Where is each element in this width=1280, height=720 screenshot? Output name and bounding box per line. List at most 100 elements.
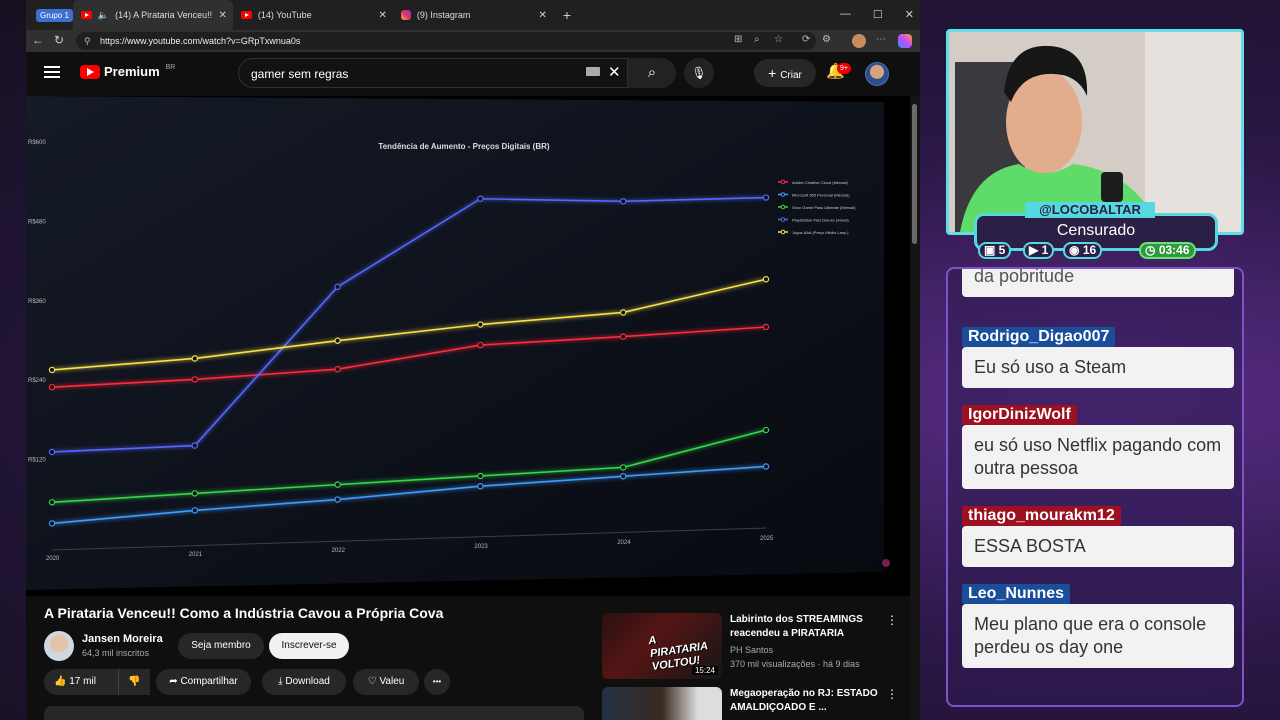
data-point (48, 366, 56, 374)
download-button[interactable]: ⤓ Download (262, 669, 346, 695)
clear-search-icon[interactable]: ✕ (608, 63, 621, 81)
related-thumbnail[interactable]: A PIRATARIA VOLTOU! 15:24 (602, 613, 722, 679)
address-bar[interactable]: ⚲ https://www.youtube.com/watch?v=GRpTxw… (76, 32, 816, 50)
microphone-icon: 🎙 (691, 66, 707, 80)
chat-text: ESSA BOSTA (962, 526, 1234, 567)
search-button[interactable]: ⌕ (628, 58, 676, 88)
tab-youtube-video[interactable]: 🔈 (14) A Pirataria Venceu!! Com ✕ (72, 0, 233, 30)
x-tick-label: 2025 (760, 536, 774, 542)
search-input[interactable]: gamer sem regras (238, 58, 628, 88)
x-tick-label: 2024 (617, 540, 631, 546)
refresh-extension-icon[interactable]: ⟳ (802, 34, 810, 45)
create-button[interactable]: + Criar (754, 59, 816, 87)
x-tick-label: 2022 (332, 548, 346, 554)
dislike-button[interactable]: 👎 (118, 669, 150, 695)
chat-message: thiago_mourakm12 ESSA BOSTA (962, 506, 1234, 567)
chat-username: Rodrigo_Digao007 (962, 327, 1116, 347)
address-bar-row: ← ↻ ⚲ https://www.youtube.com/watch?v=GR… (26, 30, 920, 52)
data-point (620, 473, 627, 480)
tab-bar: Grupo 1 🔈 (14) A Pirataria Venceu!! Com … (26, 0, 920, 30)
related-thumbnail[interactable] (602, 687, 722, 720)
notification-badge: 9+ (837, 63, 851, 74)
close-tab-icon[interactable]: ✕ (539, 10, 547, 21)
data-point (48, 520, 56, 527)
video-count-badge: ▶ 1 (1023, 242, 1055, 259)
maximize-button[interactable]: ☐ (873, 8, 883, 21)
thumbs-up-icon: 👍 (54, 676, 70, 687)
line-chart: Tendência de Aumento - Preços Digitais (… (26, 96, 890, 590)
channel-name[interactable]: Jansen Moreira (82, 633, 163, 645)
speaker-icon: 🔈 (97, 9, 110, 20)
data-point (477, 483, 484, 490)
chart-title: Tendência de Aumento - Preços Digitais (… (378, 142, 549, 151)
description-box[interactable] (44, 706, 584, 720)
video-duration: 15:24 (691, 666, 718, 675)
related-channel[interactable]: PH Santos (730, 645, 773, 655)
data-point (477, 195, 484, 202)
related-more-icon[interactable]: ⋮ (886, 687, 898, 701)
chat-message: Leo_Nunnes Meu plano que era o console p… (962, 584, 1234, 668)
thumbs-down-icon: 👎 (128, 676, 141, 687)
account-avatar[interactable] (865, 62, 889, 86)
share-label: Compartilhar (180, 676, 238, 687)
reload-icon[interactable]: ↻ (54, 33, 64, 47)
data-point (620, 333, 627, 340)
legend-marker (780, 179, 786, 185)
tab-youtube[interactable]: (14) YouTube ✕ (233, 0, 393, 30)
y-tick-label: R$360 (28, 299, 46, 305)
related-title[interactable]: Labirinto dos STREAMINGS reacendeu a PIR… (730, 613, 880, 641)
site-info-icon[interactable]: ⚲ (84, 32, 91, 50)
back-icon[interactable]: ← (32, 33, 44, 47)
channel-avatar[interactable] (44, 631, 74, 661)
favorite-icon[interactable]: ☆ (774, 34, 783, 45)
related-meta: 370 mil visualizações · há 9 dias (730, 659, 860, 669)
subscribe-button[interactable]: Inscrever-se (269, 633, 349, 659)
video-title: A Pirataria Venceu!! Como a Indústria Ca… (44, 605, 444, 621)
url-text: https://www.youtube.com/watch?v=GRpTxwnu… (100, 36, 301, 46)
close-tab-icon[interactable]: ✕ (379, 10, 387, 21)
extensions-icon[interactable]: ⚙ (822, 34, 831, 45)
legend-marker (780, 229, 786, 235)
tab-instagram[interactable]: (9) Instagram ✕ (393, 0, 553, 30)
data-point (762, 426, 770, 434)
legend-label: Jogos AAA (Preço Médio Lanç.) (792, 230, 849, 235)
create-label: Criar (780, 70, 802, 81)
menu-icon[interactable] (44, 66, 60, 78)
window-controls: — ☐ ✕ (840, 8, 914, 21)
join-button[interactable]: Seja membro (178, 633, 264, 659)
tab-group-label[interactable]: Grupo 1 (36, 8, 73, 22)
legend-label: Xbox Game Pass Ultimate (Mensal) (792, 205, 856, 210)
y-tick-label: R$480 (28, 219, 46, 225)
keyboard-icon[interactable] (586, 67, 600, 76)
chart-background (26, 96, 884, 590)
search-icon: ⌕ (647, 64, 657, 81)
related-title[interactable]: Megaoperação no RJ: ESTADO AMALDIÇOADO E… (730, 687, 880, 715)
related-more-icon[interactable]: ⋮ (886, 613, 898, 627)
video-player[interactable]: Tendência de Aumento - Preços Digitais (… (26, 96, 912, 596)
minimize-button[interactable]: — (840, 8, 851, 21)
youtube-premium-logo[interactable]: Premium BR (80, 64, 175, 79)
viewer-count-badge: ◉ 16 (1063, 242, 1103, 259)
close-window-button[interactable]: ✕ (905, 8, 914, 21)
close-tab-icon[interactable]: ✕ (219, 10, 227, 21)
new-tab-button[interactable]: + (563, 7, 571, 23)
data-point (477, 472, 484, 480)
thanks-button[interactable]: ♡ Valeu (353, 669, 419, 695)
browser-window: Grupo 1 🔈 (14) A Pirataria Venceu!! Com … (26, 0, 920, 720)
share-button[interactable]: ➦ Compartilhar (156, 669, 251, 695)
more-actions-button[interactable]: ••• (424, 669, 450, 695)
chat-icon: ▣ (984, 243, 999, 257)
app-icon[interactable]: ⊞ (734, 34, 742, 45)
youtube-logo-icon (80, 64, 100, 79)
page-scrollbar[interactable] (910, 96, 920, 720)
heart-dollar-icon: ♡ (367, 676, 380, 687)
legend-marker (780, 192, 786, 197)
more-menu-icon[interactable]: ⋯ (876, 34, 886, 45)
subscriber-count: 64,3 mil inscritos (82, 648, 150, 658)
zoom-icon[interactable]: ⌕ (754, 34, 760, 45)
voice-search-button[interactable]: 🎙 (684, 58, 714, 88)
profile-avatar[interactable] (852, 34, 866, 48)
scrollbar-thumb[interactable] (912, 104, 917, 244)
copilot-icon[interactable] (898, 34, 912, 48)
play-icon: ▶ (1029, 243, 1042, 257)
